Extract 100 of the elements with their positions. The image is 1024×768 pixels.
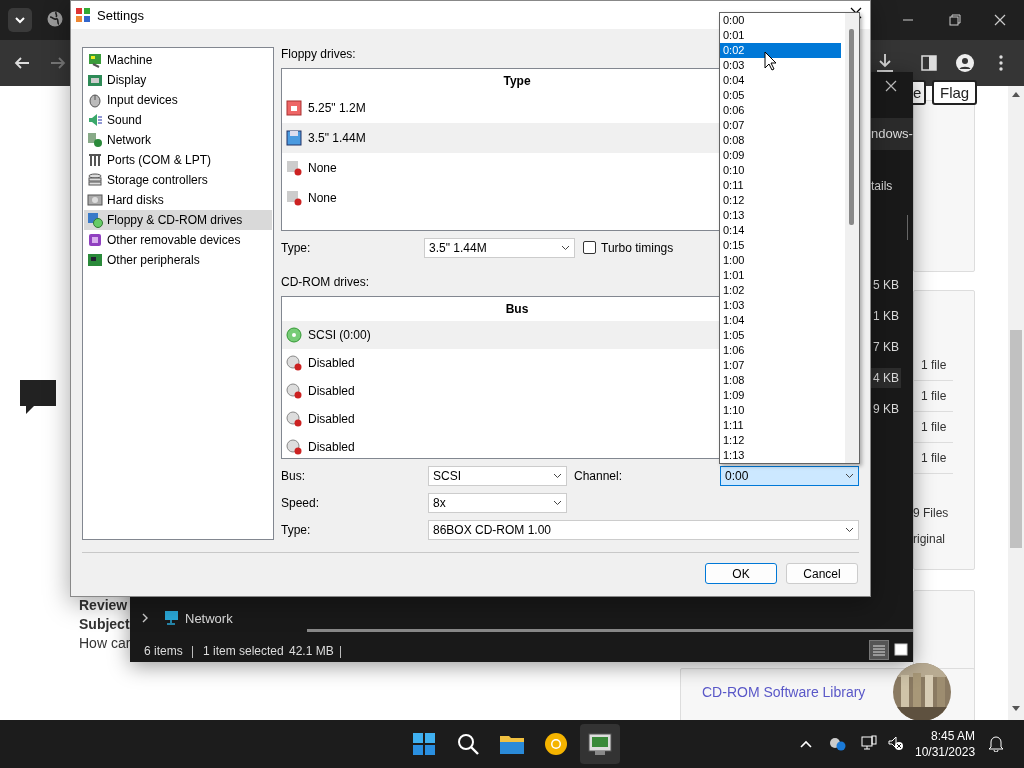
back-arrow-icon[interactable] xyxy=(14,55,30,71)
drive-label: 3.5" 1.44M xyxy=(308,131,366,145)
category-item[interactable]: Sound xyxy=(84,110,272,130)
disabled-cd-icon xyxy=(286,355,302,371)
emulator-icon xyxy=(587,731,613,757)
chevron-down-icon xyxy=(553,472,562,479)
field-label: Review xyxy=(79,597,128,613)
list-option[interactable]: 1:09 xyxy=(720,388,841,403)
menu-icon[interactable] xyxy=(998,54,1004,72)
category-item[interactable]: Other removable devices xyxy=(84,230,272,250)
chip-icon xyxy=(87,52,103,68)
globe-icon xyxy=(47,11,63,27)
field-label: Type: xyxy=(281,522,312,537)
cancel-button[interactable]: Cancel xyxy=(786,563,858,584)
ok-button[interactable]: OK xyxy=(705,563,777,584)
list-option[interactable]: 0:01 xyxy=(720,28,841,43)
turbo-checkbox[interactable]: Turbo timings xyxy=(583,240,674,255)
monitor-icon[interactable] xyxy=(861,735,877,751)
dropdown[interactable]: 0:00 xyxy=(720,465,859,486)
list-option[interactable]: 0:11 xyxy=(720,178,841,193)
list-option[interactable]: 0:10 xyxy=(720,163,841,178)
chevron-right-icon[interactable] xyxy=(142,613,149,623)
cloud-icon[interactable] xyxy=(829,735,847,751)
disabled-cd-icon xyxy=(286,439,302,455)
scroll-up-icon[interactable] xyxy=(1012,92,1020,97)
list-option[interactable]: 0:08 xyxy=(720,133,841,148)
list-option[interactable]: 1:08 xyxy=(720,373,841,388)
category-item[interactable]: Input devices xyxy=(84,90,272,110)
disabled-cd-icon xyxy=(286,411,302,427)
list-option[interactable]: 1:11 xyxy=(720,418,841,433)
windows-logo-icon xyxy=(411,731,437,757)
maximize-icon[interactable] xyxy=(949,14,961,26)
chat-icon[interactable] xyxy=(20,380,56,414)
status-text: 42.1 MB xyxy=(289,644,334,658)
list-option[interactable]: 0:06 xyxy=(720,103,841,118)
muted-speaker-icon[interactable] xyxy=(888,735,904,751)
list-option[interactable]: 0:14 xyxy=(720,223,841,238)
category-item[interactable]: Network xyxy=(84,130,272,150)
clock[interactable]: 8:45 AM 10/31/2023 xyxy=(915,728,976,760)
original-label: riginal xyxy=(913,532,945,546)
category-item[interactable]: Other peripherals xyxy=(84,250,272,270)
list-option[interactable]: 1:03 xyxy=(720,298,841,313)
list-option[interactable]: 0:00 xyxy=(720,13,841,28)
field-label: Bus: xyxy=(281,468,306,483)
drive-label: None xyxy=(308,191,337,205)
list-option[interactable]: 0:02 xyxy=(720,43,841,58)
body-text: How car xyxy=(79,635,131,651)
category-item[interactable]: Hard disks xyxy=(84,190,272,210)
list-option[interactable]: 1:05 xyxy=(720,328,841,343)
profile-icon[interactable] xyxy=(956,54,974,72)
field-label: Subject xyxy=(79,616,130,632)
chevron-up-icon[interactable] xyxy=(800,740,812,748)
dropdown[interactable]: 8x xyxy=(428,492,567,513)
drive-label: Disabled xyxy=(308,356,355,370)
list-option[interactable]: 1:00 xyxy=(720,253,841,268)
list-option[interactable]: 0:05 xyxy=(720,88,841,103)
list-option[interactable]: 1:10 xyxy=(720,403,841,418)
nav-item[interactable]: Network xyxy=(185,611,233,626)
list-option[interactable]: 1:07 xyxy=(720,358,841,373)
file-count: 1 file xyxy=(921,420,947,434)
category-item[interactable]: Ports (COM & LPT) xyxy=(84,150,272,170)
category-item[interactable]: Display xyxy=(84,70,272,90)
dropdown[interactable]: 86BOX CD-ROM 1.00 xyxy=(428,519,859,540)
list-option[interactable]: 1:13 xyxy=(720,448,841,463)
cd-icon xyxy=(286,327,302,343)
category-item[interactable]: Floppy & CD-ROM drives xyxy=(84,210,272,230)
scrollbar[interactable] xyxy=(1008,86,1024,720)
dropdown[interactable]: 3.5" 1.44M xyxy=(424,237,575,258)
dropdown[interactable]: SCSI xyxy=(428,465,567,486)
list-option[interactable]: 1:12 xyxy=(720,433,841,448)
list-option[interactable]: 1:02 xyxy=(720,283,841,298)
network-icon xyxy=(163,610,179,626)
scrollbar[interactable] xyxy=(845,13,859,463)
scroll-down-icon[interactable] xyxy=(1012,706,1020,711)
chevron-down-icon xyxy=(561,244,570,251)
close-icon[interactable] xyxy=(885,80,897,92)
list-option[interactable]: 1:01 xyxy=(720,268,841,283)
file-size: 7 KB xyxy=(872,339,900,356)
taskbar-button[interactable] xyxy=(580,724,620,764)
download-icon[interactable] xyxy=(876,53,894,73)
field-label: Speed: xyxy=(281,495,321,510)
library-link[interactable]: CD-ROM Software Library xyxy=(702,684,866,700)
forward-arrow-icon[interactable] xyxy=(50,55,66,71)
network-card-icon xyxy=(87,132,103,148)
list-option[interactable]: 0:12 xyxy=(720,193,841,208)
category-label: Input devices xyxy=(107,93,178,107)
category-item[interactable]: Machine xyxy=(84,50,272,70)
page-button[interactable]: e xyxy=(913,80,927,105)
list-option[interactable]: 0:04 xyxy=(720,73,841,88)
list-option[interactable]: 0:13 xyxy=(720,208,841,223)
chevron-down-icon[interactable] xyxy=(8,8,32,32)
list-option[interactable]: 0:15 xyxy=(720,238,841,253)
flag-button[interactable]: Flag xyxy=(932,80,978,105)
peripheral-card-icon xyxy=(87,252,103,268)
scrollbar[interactable] xyxy=(307,629,913,632)
list-option[interactable]: 0:03 xyxy=(720,58,841,73)
category-item[interactable]: Storage controllers xyxy=(84,170,272,190)
sidebar-icon[interactable] xyxy=(921,55,937,71)
bell-icon[interactable] xyxy=(988,735,1004,752)
category-label: Network xyxy=(107,133,151,147)
